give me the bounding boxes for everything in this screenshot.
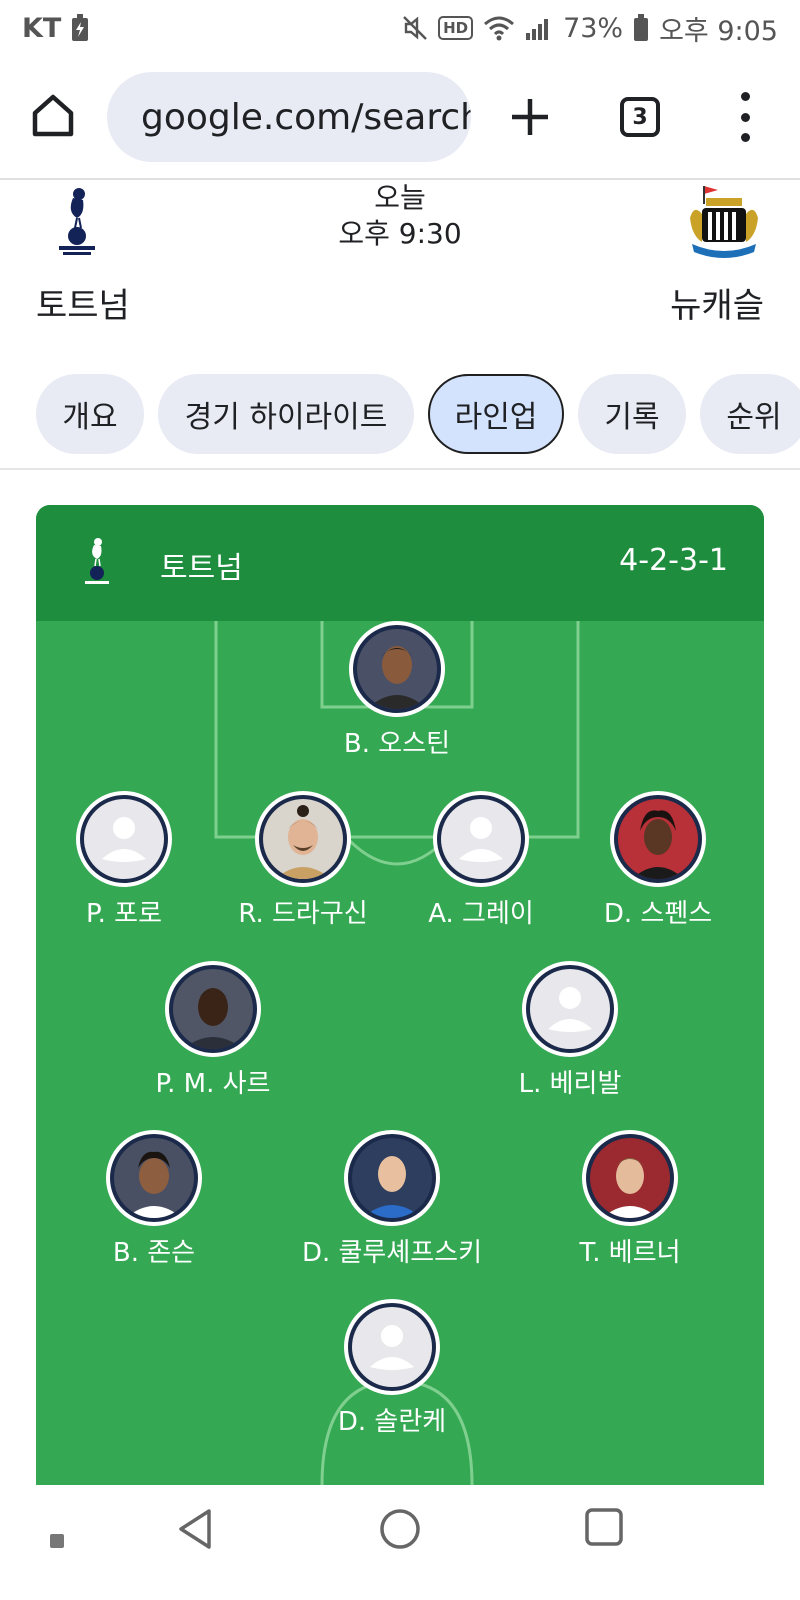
player-attacking-midfielder[interactable]: T. 베르너 — [530, 1130, 730, 1269]
player-name: P. 포로 — [86, 899, 162, 929]
address-bar[interactable]: google.com/search — [107, 72, 471, 162]
tabs-divider — [0, 468, 800, 470]
battery-icon — [634, 14, 649, 41]
home-button[interactable] — [28, 90, 78, 140]
player-photo — [522, 961, 618, 1057]
player-defender[interactable]: R. 드라구신 — [203, 791, 403, 930]
away-team-name[interactable]: 뉴캐슬 — [670, 278, 764, 327]
player-name: T. 베르너 — [579, 1238, 681, 1268]
home-team-name[interactable]: 토트넘 — [36, 278, 130, 327]
small-square-icon — [50, 1534, 64, 1548]
player-attacking-midfielder[interactable]: D. 쿨루셰프스키 — [292, 1130, 492, 1269]
lineup-team-name: 토트넘 — [160, 551, 243, 586]
wifi-icon — [484, 16, 515, 41]
player-defender[interactable]: D. 스펜스 — [558, 791, 758, 930]
recents-square-icon — [585, 1508, 623, 1546]
player-name: D. 쿨루셰프스키 — [301, 1238, 483, 1268]
player-photo-icon — [352, 1138, 432, 1218]
screen: KT HD 73% 오후 9:05 google.com/search 3 오늘… — [0, 0, 800, 1600]
nav-back-button[interactable] — [175, 1507, 215, 1555]
url-text: google.com/search — [141, 96, 471, 138]
player-photo — [165, 961, 261, 1057]
player-photo — [106, 1130, 202, 1226]
tab-lineup[interactable]: 라인업 — [428, 374, 564, 454]
more-dot — [740, 92, 750, 101]
player-name: L. 베리발 — [518, 1069, 622, 1099]
player-photo — [344, 1130, 440, 1226]
player-photo — [433, 791, 529, 887]
browser-toolbar: google.com/search 3 — [0, 60, 800, 176]
player-photo-icon — [263, 799, 343, 879]
player-name: D. 솔란케 — [337, 1407, 447, 1437]
person-placeholder-icon — [530, 969, 610, 1049]
battery-charging-icon — [72, 14, 89, 41]
player-photo — [76, 791, 172, 887]
new-tab-button[interactable] — [508, 95, 552, 139]
plus-icon — [512, 99, 548, 135]
player-defender[interactable]: P. 포로 — [36, 791, 224, 930]
player-name: B. 오스틴 — [343, 729, 451, 759]
person-placeholder-icon — [352, 1307, 432, 1387]
more-dot — [740, 133, 750, 142]
tab-standings[interactable]: 순위 — [700, 374, 800, 454]
more-menu-button[interactable] — [735, 92, 755, 142]
lineup-header: 토트넘 4-2-3-1 — [36, 505, 764, 621]
player-photo — [582, 1130, 678, 1226]
match-day: 오늘 — [374, 181, 426, 214]
status-bar: KT HD 73% 오후 9:05 — [0, 0, 800, 56]
person-placeholder-icon — [441, 799, 521, 879]
player-photo-icon — [357, 629, 437, 709]
tottenham-crest-icon — [82, 535, 112, 591]
player-photo — [255, 791, 351, 887]
player-attacking-midfielder[interactable]: B. 존슨 — [54, 1130, 254, 1269]
person-placeholder-icon — [84, 799, 164, 879]
status-time: 오후 9:05 — [659, 15, 778, 47]
player-goalkeeper[interactable]: B. 오스틴 — [297, 621, 497, 760]
match-tabs: 개요 경기 하이라이트 라인업 기록 순위 — [36, 374, 800, 454]
player-midfielder[interactable]: L. 베리발 — [470, 961, 670, 1100]
player-photo-icon — [173, 969, 253, 1049]
player-photo-icon — [618, 799, 698, 879]
tab-switcher-button[interactable]: 3 — [620, 97, 660, 137]
kickoff-time: 오후 9:30 — [338, 217, 462, 250]
player-photo — [349, 621, 445, 717]
formation-label: 4-2-3-1 — [619, 543, 728, 578]
player-name: R. 드라구신 — [238, 899, 368, 929]
player-photo-icon — [114, 1138, 194, 1218]
player-striker[interactable]: D. 솔란케 — [292, 1299, 492, 1438]
pitch: B. 오스틴 P. 포로 R. 드라구신 A. 그레이 D. 스펜스 P. M.… — [36, 621, 764, 1485]
tab-count: 3 — [632, 104, 648, 130]
tottenham-crest-icon[interactable] — [55, 184, 99, 264]
player-name: D. 스펜스 — [603, 899, 713, 929]
match-time: 오늘 오후 9:30 — [300, 180, 500, 252]
back-triangle-icon — [179, 1509, 211, 1549]
home-icon — [32, 94, 74, 137]
signal-icon — [526, 19, 549, 40]
nav-home-button[interactable] — [378, 1507, 422, 1555]
home-circle-icon — [380, 1509, 420, 1549]
lineup-card: 토트넘 4-2-3-1 B. 오스틴 P. 포로 R. 드라구신 A. 그레이 … — [36, 505, 764, 1485]
player-photo-icon — [590, 1138, 670, 1218]
system-nav-bar — [0, 1485, 800, 1600]
tab-overview[interactable]: 개요 — [36, 374, 144, 454]
player-photo — [610, 791, 706, 887]
player-defender[interactable]: A. 그레이 — [381, 791, 581, 930]
battery-percent: 73% — [563, 12, 624, 44]
tab-stats[interactable]: 기록 — [578, 374, 686, 454]
player-name: B. 존슨 — [112, 1238, 196, 1268]
tab-highlights[interactable]: 경기 하이라이트 — [158, 374, 414, 454]
player-name: A. 그레이 — [428, 899, 534, 929]
nav-recents-button[interactable] — [584, 1507, 624, 1551]
nav-extra-button[interactable] — [50, 1533, 64, 1552]
player-midfielder[interactable]: P. M. 사르 — [113, 961, 313, 1100]
mute-icon — [403, 16, 427, 40]
match-header: 오늘 오후 9:30 토트넘 뉴캐슬 — [0, 180, 800, 340]
player-photo — [344, 1299, 440, 1395]
hd-badge-icon: HD — [438, 16, 474, 40]
carrier-label: KT — [22, 12, 62, 44]
newcastle-crest-icon[interactable] — [684, 184, 764, 264]
more-dot — [740, 112, 750, 122]
player-name: P. M. 사르 — [155, 1069, 271, 1099]
